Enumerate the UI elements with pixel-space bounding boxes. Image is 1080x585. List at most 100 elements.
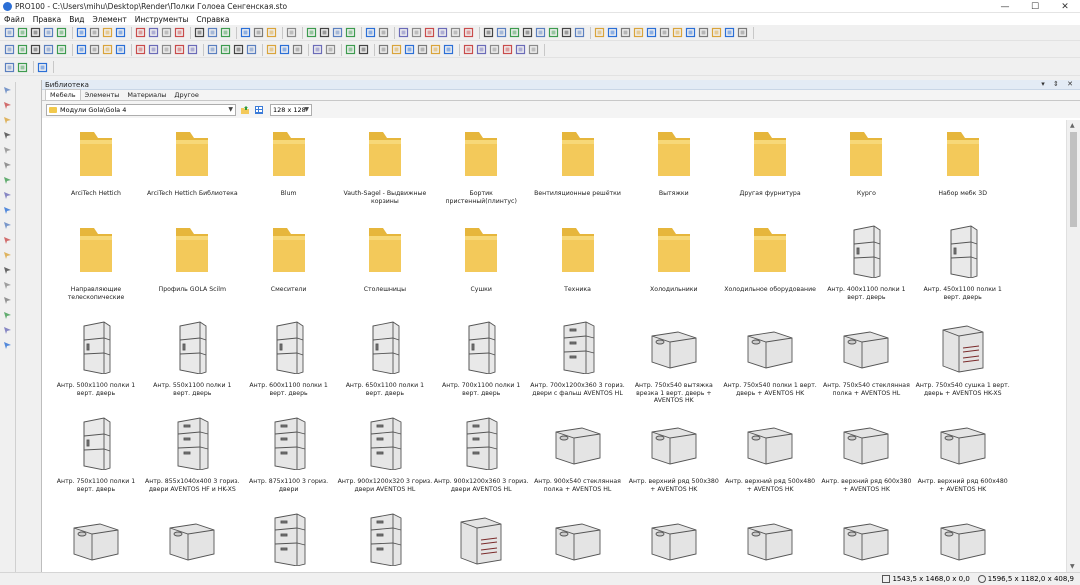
view-tool-icon[interactable] xyxy=(174,44,185,55)
main-tool-icon[interactable] xyxy=(266,27,277,38)
main-tool-icon[interactable] xyxy=(411,27,422,38)
library-item[interactable]: Антр. 750x540 стеклянная полка + AVENTOS… xyxy=(818,312,914,408)
library-item[interactable] xyxy=(144,504,240,572)
view-tool-icon[interactable] xyxy=(161,44,172,55)
main-tool-icon[interactable] xyxy=(535,27,546,38)
library-item[interactable]: Антр. 700x1100 полки 1 верт. дверь xyxy=(433,312,529,408)
main-tool-icon[interactable] xyxy=(56,27,67,38)
main-tool-icon[interactable] xyxy=(685,27,696,38)
main-tool-icon[interactable] xyxy=(574,27,585,38)
menu-file[interactable]: Файл xyxy=(4,15,25,24)
left-tool-icon[interactable] xyxy=(2,295,13,306)
library-folder[interactable]: Вентиляционные решётки xyxy=(530,120,626,216)
main-tool-icon[interactable] xyxy=(437,27,448,38)
view-tool-icon[interactable] xyxy=(463,44,474,55)
view-tool-icon[interactable] xyxy=(489,44,500,55)
view-tool-icon[interactable] xyxy=(358,44,369,55)
main-tool-icon[interactable] xyxy=(161,27,172,38)
library-item[interactable]: Антр. 600x1100 полки 1 верт. дверь xyxy=(241,312,337,408)
view-tool-icon[interactable] xyxy=(115,44,126,55)
view-tool-icon[interactable] xyxy=(292,44,303,55)
view-tool-icon[interactable] xyxy=(404,44,415,55)
main-tool-icon[interactable] xyxy=(319,27,330,38)
view-tool-icon[interactable] xyxy=(135,44,146,55)
library-folder[interactable]: Сушки xyxy=(433,216,529,312)
align-tool-icon[interactable] xyxy=(4,62,15,73)
library-item[interactable] xyxy=(722,504,818,572)
left-tool-icon[interactable] xyxy=(2,310,13,321)
view-tool-icon[interactable] xyxy=(279,44,290,55)
left-tool-icon[interactable] xyxy=(2,280,13,291)
left-tool-icon[interactable] xyxy=(2,145,13,156)
close-button[interactable]: ✕ xyxy=(1050,0,1080,13)
library-item[interactable]: Антр. 750x540 вытяжка врезка 1 верт. две… xyxy=(626,312,722,408)
main-tool-icon[interactable] xyxy=(424,27,435,38)
left-tool-icon[interactable] xyxy=(2,130,13,141)
library-item[interactable] xyxy=(433,504,529,572)
view-tool-icon[interactable] xyxy=(515,44,526,55)
library-folder[interactable]: Бортик пристенный(плинтус) xyxy=(433,120,529,216)
main-tool-icon[interactable] xyxy=(30,27,41,38)
menu-view[interactable]: Вид xyxy=(69,15,84,24)
library-item[interactable] xyxy=(241,504,337,572)
view-tool-icon[interactable] xyxy=(266,44,277,55)
library-item[interactable]: Антр. 500x1100 полки 1 верт. дверь xyxy=(48,312,144,408)
main-tool-icon[interactable] xyxy=(737,27,748,38)
main-tool-icon[interactable] xyxy=(220,27,231,38)
view-tool-icon[interactable] xyxy=(476,44,487,55)
align-tool-icon[interactable] xyxy=(17,62,28,73)
view-tool-icon[interactable] xyxy=(56,44,67,55)
left-tool-icon[interactable] xyxy=(2,220,13,231)
library-folder[interactable]: Профиль GOLA Scilm xyxy=(144,216,240,312)
library-item[interactable]: Антр. верхний ряд 500x480 + AVENTOS HK xyxy=(722,408,818,504)
main-tool-icon[interactable] xyxy=(724,27,735,38)
view-tool-icon[interactable] xyxy=(430,44,441,55)
scroll-up-icon[interactable]: ▲ xyxy=(1070,122,1075,129)
main-tool-icon[interactable] xyxy=(17,27,28,38)
left-tool-icon[interactable] xyxy=(2,250,13,261)
library-item[interactable]: Антр. верхний ряд 600x380 + AVENTOS HK xyxy=(818,408,914,504)
library-path-select[interactable]: Модули Gola\Gola 4 ▼ xyxy=(46,103,236,116)
view-tool-icon[interactable] xyxy=(30,44,41,55)
library-folder[interactable]: Холодильники xyxy=(626,216,722,312)
view-tool-icon[interactable] xyxy=(391,44,402,55)
view-tool-icon[interactable] xyxy=(443,44,454,55)
library-item[interactable]: Антр. 855x1040x400 3 гориз. двери AVENTO… xyxy=(144,408,240,504)
library-item[interactable] xyxy=(818,504,914,572)
tab-furniture[interactable]: Мебель xyxy=(45,89,81,100)
left-tool-icon[interactable] xyxy=(2,205,13,216)
main-tool-icon[interactable] xyxy=(646,27,657,38)
library-item[interactable]: Антр. 900x540 стеклянная полка + AVENTOS… xyxy=(530,408,626,504)
library-item[interactable] xyxy=(915,504,1011,572)
main-tool-icon[interactable] xyxy=(398,27,409,38)
view-tool-icon[interactable] xyxy=(378,44,389,55)
library-folder[interactable]: ArciTech Hettich Библиотека xyxy=(144,120,240,216)
main-tool-icon[interactable] xyxy=(672,27,683,38)
main-tool-icon[interactable] xyxy=(463,27,474,38)
main-tool-icon[interactable] xyxy=(194,27,205,38)
left-tool-icon[interactable] xyxy=(2,85,13,96)
library-folder[interactable]: Набор мебк 3D xyxy=(915,120,1011,216)
left-tool-icon[interactable] xyxy=(2,340,13,351)
main-tool-icon[interactable] xyxy=(561,27,572,38)
library-item[interactable] xyxy=(48,504,144,572)
library-item[interactable] xyxy=(626,504,722,572)
view-tool-icon[interactable] xyxy=(102,44,113,55)
main-tool-icon[interactable] xyxy=(286,27,297,38)
library-folder[interactable]: Курго xyxy=(818,120,914,216)
main-tool-icon[interactable] xyxy=(115,27,126,38)
thumbnail-size-select[interactable]: 128 x 128 ▼ xyxy=(270,103,312,116)
main-tool-icon[interactable] xyxy=(43,27,54,38)
library-item[interactable] xyxy=(337,504,433,572)
view-tool-icon[interactable] xyxy=(207,44,218,55)
main-tool-icon[interactable] xyxy=(240,27,251,38)
view-tool-icon[interactable] xyxy=(417,44,428,55)
menu-element[interactable]: Элемент xyxy=(93,15,127,24)
library-folder[interactable]: Смесители xyxy=(241,216,337,312)
main-tool-icon[interactable] xyxy=(496,27,507,38)
library-item[interactable]: Антр. 750x540 сушка 1 верт. дверь + AVEN… xyxy=(915,312,1011,408)
main-tool-icon[interactable] xyxy=(332,27,343,38)
library-item[interactable]: Антр. 450x1100 полки 1 верт. дверь xyxy=(915,216,1011,312)
left-tool-icon[interactable] xyxy=(2,100,13,111)
main-tool-icon[interactable] xyxy=(620,27,631,38)
